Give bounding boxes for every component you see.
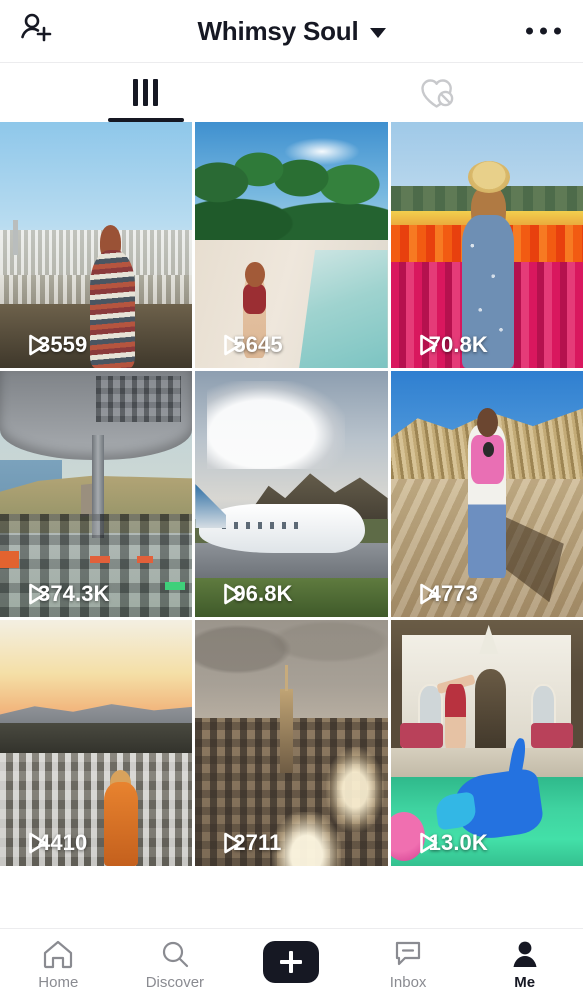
play-icon	[403, 583, 437, 605]
nav-label: Discover	[145, 973, 205, 991]
more-options-icon	[526, 27, 561, 35]
heart-slash-icon	[421, 78, 454, 108]
play-icon	[207, 832, 242, 854]
view-count-overlay: 13.0K	[403, 830, 488, 856]
chevron-down-icon	[369, 28, 386, 38]
add-friends-button[interactable]	[18, 11, 54, 52]
create-button[interactable]	[259, 941, 323, 983]
view-count: 374.3K	[38, 581, 110, 606]
nav-label: Home	[38, 973, 79, 991]
view-count-overlay: 70.8K	[403, 332, 488, 358]
video-thumbnail[interactable]: 3559	[0, 122, 193, 368]
view-count-overlay: 5645	[207, 332, 283, 358]
play-icon	[403, 832, 437, 854]
video-thumbnail[interactable]: 96.8K	[195, 371, 388, 617]
person-icon	[513, 941, 537, 967]
video-thumbnail[interactable]: 4410	[0, 620, 193, 866]
view-count-overlay: 374.3K	[12, 581, 110, 607]
play-icon	[207, 583, 242, 605]
tab-posts[interactable]	[0, 63, 292, 122]
video-thumbnail[interactable]: 4773	[390, 371, 583, 617]
grid-icon	[133, 79, 159, 106]
nav-item-create[interactable]	[233, 941, 350, 988]
video-thumbnail[interactable]: 70.8K	[390, 122, 583, 368]
video-thumbnail[interactable]: 13.0K	[390, 620, 583, 866]
bottom-navigation: Home Discover Inbox Me	[0, 928, 583, 1000]
nav-item-inbox[interactable]: Inbox	[350, 939, 467, 991]
nav-item-home[interactable]: Home	[0, 939, 117, 991]
play-icon	[207, 334, 242, 356]
video-grid: 3559 5645 70.8K 374.3K 96.8K 4773 4410 2…	[0, 122, 583, 928]
home-icon	[44, 940, 73, 968]
profile-title-dropdown[interactable]: Whimsy Soul	[197, 15, 386, 47]
person-add-icon	[21, 13, 52, 42]
nav-label: Me	[514, 973, 536, 991]
tab-liked[interactable]	[292, 63, 583, 122]
play-icon	[12, 583, 47, 605]
video-thumbnail[interactable]: 374.3K	[0, 371, 193, 617]
nav-item-me[interactable]: Me	[466, 939, 583, 991]
search-icon	[162, 941, 188, 967]
view-count-overlay: 2711	[207, 830, 281, 856]
play-icon	[12, 334, 47, 356]
nav-item-discover[interactable]: Discover	[117, 939, 234, 991]
view-count-overlay: 4410	[12, 830, 87, 856]
tiktok-profile-screen: Whimsy Soul 3559 5645 70.8K 374.3K 96.8K…	[0, 0, 583, 1000]
view-count-overlay: 96.8K	[207, 581, 292, 607]
app-header: Whimsy Soul	[0, 0, 583, 62]
page-title: Whimsy Soul	[197, 15, 359, 46]
view-count-overlay: 3559	[12, 332, 87, 358]
video-thumbnail[interactable]: 5645	[195, 122, 388, 368]
plus-icon	[263, 941, 320, 983]
message-icon	[395, 941, 421, 965]
profile-tabbar	[0, 62, 583, 122]
play-icon	[403, 334, 437, 356]
play-icon	[12, 832, 47, 854]
view-count-overlay: 4773	[403, 581, 478, 607]
video-thumbnail[interactable]: 2711	[195, 620, 388, 866]
nav-label: Inbox	[389, 973, 427, 991]
more-options-button[interactable]	[526, 27, 561, 35]
